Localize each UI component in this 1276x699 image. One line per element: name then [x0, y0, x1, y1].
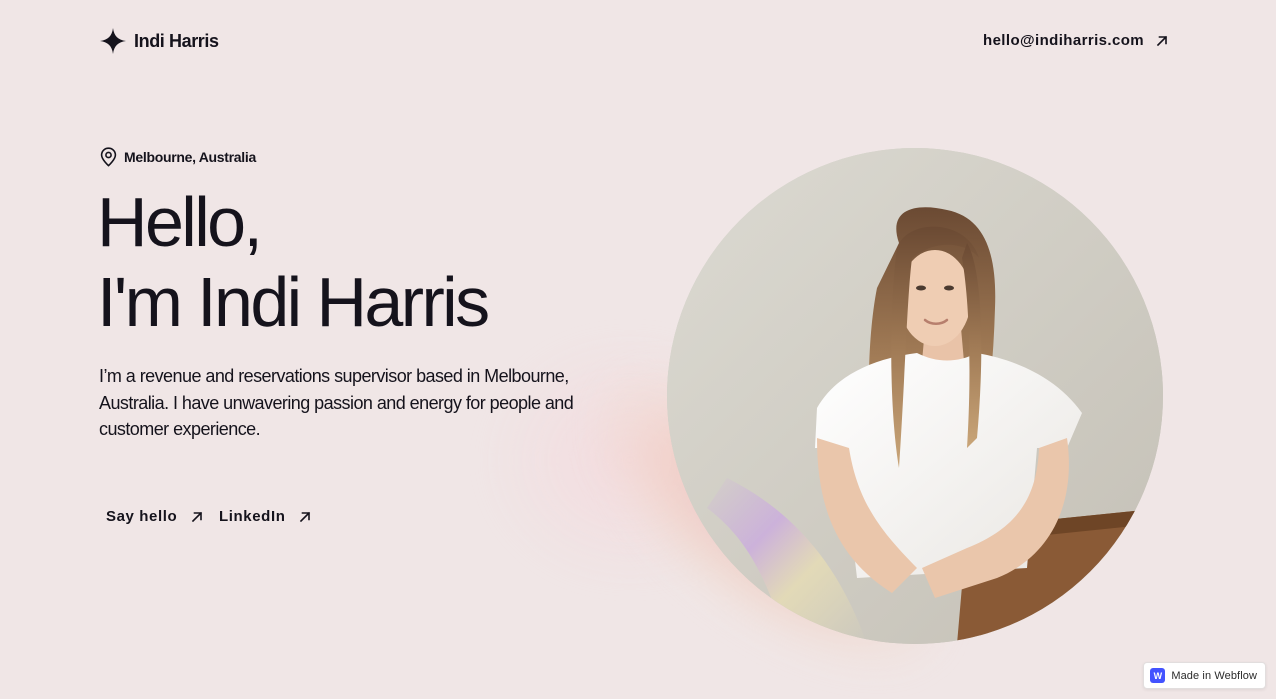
arrow-up-right-icon	[1156, 35, 1168, 46]
email-text: hello@indiharris.com	[983, 32, 1144, 49]
badge-text: Made in Webflow	[1171, 669, 1257, 682]
arrow-up-right-icon	[300, 511, 311, 522]
logo-text: Indi Harris	[134, 30, 219, 51]
page: Indi Harris hello@indiharris.com Melbour…	[0, 0, 1276, 699]
four-point-star-icon	[100, 28, 126, 54]
map-pin-icon	[100, 147, 117, 167]
webflow-logo-icon: W	[1150, 668, 1166, 683]
hero-title: Hello, I'm Indi Harris	[97, 182, 490, 342]
hero-title-line-1: Hello,	[97, 183, 263, 261]
bio-paragraph: I’m a revenue and reservations superviso…	[99, 366, 574, 439]
hero-title-line-2: I'm Indi Harris	[97, 263, 490, 341]
portrait-photo	[667, 148, 1163, 644]
portrait-illustration	[667, 148, 1163, 644]
arrow-up-right-icon	[192, 511, 203, 522]
linkedin-link[interactable]: LinkedIn	[219, 508, 311, 525]
email-link[interactable]: hello@indiharris.com	[983, 32, 1168, 49]
say-hello-link[interactable]: Say hello	[106, 508, 203, 525]
location-text: Melbourne, Australia	[124, 149, 256, 165]
linkedin-label: LinkedIn	[219, 508, 286, 525]
site-logo[interactable]: Indi Harris	[100, 28, 219, 54]
location: Melbourne, Australia	[100, 147, 256, 167]
say-hello-label: Say hello	[106, 508, 178, 525]
made-in-webflow-badge[interactable]: W Made in Webflow	[1143, 662, 1266, 689]
